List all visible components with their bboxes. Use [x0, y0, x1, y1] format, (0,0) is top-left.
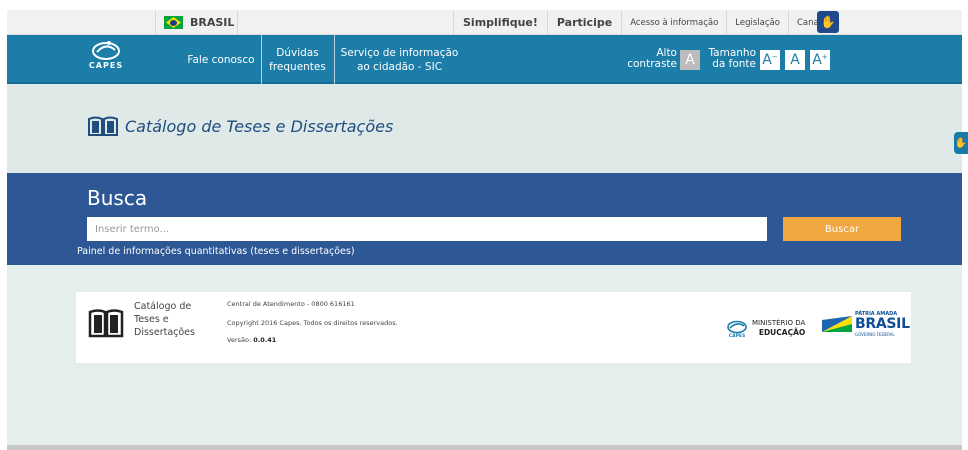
search-heading: Busca	[87, 186, 148, 210]
tamanho-fonte-label: Tamanho da fonte	[708, 47, 756, 70]
capes-small-logo-text: CAPES	[728, 333, 746, 339]
brasil-label: BRASIL	[190, 16, 235, 29]
ministry-text: MINISTÉRIO DA EDUCAÇÃO	[752, 319, 805, 338]
footer-copyright: Copyright 2016 Capes. Todos os direitos …	[227, 319, 398, 327]
font-decrease-button[interactable]: A −	[760, 50, 780, 70]
legislacao-link[interactable]: Legislação	[726, 10, 788, 35]
duvidas-frequentes-link[interactable]: Dúvidas frequentes	[261, 35, 333, 84]
capes-symbol-icon	[92, 41, 120, 60]
fale-conosco-link[interactable]: Fale conosco	[182, 35, 260, 84]
font-increase-button[interactable]: A +	[810, 50, 830, 70]
search-input[interactable]	[87, 217, 767, 241]
accessibility-hand-icon[interactable]: ✋	[954, 132, 968, 154]
gov-links: Simplifique! Participe Acesso à informaç…	[453, 10, 835, 35]
footer-card: Catálogo de Teses e Dissertações Central…	[76, 292, 911, 363]
font-decrease-mark: −	[771, 53, 778, 61]
footer-version: Versão: 0.0.41	[227, 336, 276, 344]
capes-small-logo: CAPES	[726, 318, 748, 339]
vlibras-hand-icon[interactable]: ✋	[817, 11, 839, 33]
mec-logo[interactable]: CAPES MINISTÉRIO DA EDUCAÇÃO	[726, 314, 805, 342]
search-section: Busca Buscar Painel de informações quant…	[7, 173, 962, 265]
ministry-line-1: MINISTÉRIO DA	[752, 318, 806, 327]
footer-central: Central de Atendimento - 0800 616161	[227, 300, 355, 308]
brasil-gov-logo[interactable]: PÁTRIA AMADA BRASIL GOVERNO FEDERAL	[822, 310, 910, 338]
font-increase-letter: A	[812, 52, 822, 68]
alto-contraste-label: Alto contraste	[627, 47, 677, 70]
footer-version-label: Versão:	[227, 336, 252, 344]
contrast-button[interactable]: A	[680, 50, 700, 70]
governo-federal-text: GOVERNO FEDERAL	[855, 332, 895, 337]
book-icon	[88, 309, 124, 338]
font-increase-mark: +	[821, 53, 828, 61]
brazil-flag-icon	[164, 16, 183, 29]
open-book-icon	[88, 116, 118, 136]
footer-catalog-line-2: Teses e	[134, 314, 169, 325]
participe-link[interactable]: Participe	[546, 10, 621, 35]
sic-link[interactable]: Serviço de informação ao cidadão - SIC	[334, 35, 464, 84]
capes-logo-text: CAPES	[88, 61, 124, 70]
title-area: Catálogo de Teses e Dissertações	[7, 84, 962, 173]
ministry-line-2: EDUCAÇÃO	[758, 327, 806, 337]
brasil-link[interactable]: BRASIL	[155, 10, 238, 35]
search-button[interactable]: Buscar	[783, 217, 901, 241]
capes-logo[interactable]: CAPES	[86, 38, 126, 82]
footer-version-number: 0.0.41	[253, 336, 277, 344]
page-title[interactable]: Catálogo de Teses e Dissertações	[125, 117, 393, 136]
acesso-informacao-link[interactable]: Acesso à informação	[621, 10, 726, 35]
font-decrease-letter: A	[762, 52, 772, 68]
capes-small-symbol-icon	[727, 320, 747, 333]
horizontal-scrollbar[interactable]	[7, 445, 962, 450]
simplifique-link[interactable]: Simplifique!	[453, 10, 547, 35]
brasil-text: BRASIL	[855, 316, 910, 332]
site-header: CAPES Fale conosco Dúvidas frequentes Se…	[7, 35, 962, 84]
content-area: Catálogo de Teses e Dissertações Central…	[7, 265, 962, 445]
gov-bar: BRASIL Simplifique! Participe Acesso à i…	[7, 10, 962, 35]
footer-catalog-name: Catálogo de Teses e Dissertações	[134, 300, 195, 339]
footer-catalog-line-1: Catálogo de	[134, 301, 192, 312]
panel-link[interactable]: Painel de informações quantitativas (tes…	[77, 246, 355, 257]
font-normal-button[interactable]: A	[785, 50, 805, 70]
brasil-flag-shape-icon	[822, 316, 852, 332]
footer-catalog-line-3: Dissertações	[134, 327, 195, 338]
